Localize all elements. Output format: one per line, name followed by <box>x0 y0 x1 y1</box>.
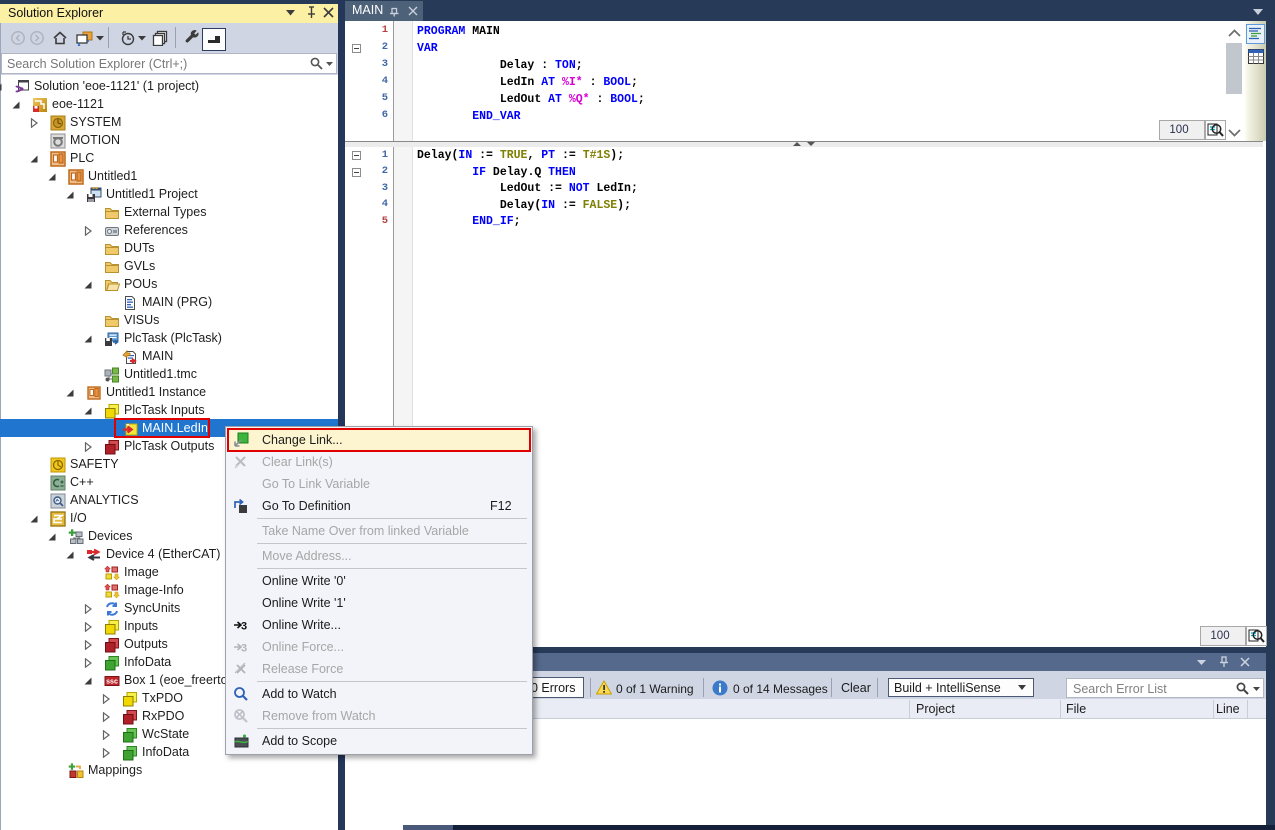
svg-text:ssc: ssc <box>106 679 118 686</box>
svg-text:3: 3 <box>241 621 247 633</box>
svg-text:3: 3 <box>241 643 247 655</box>
